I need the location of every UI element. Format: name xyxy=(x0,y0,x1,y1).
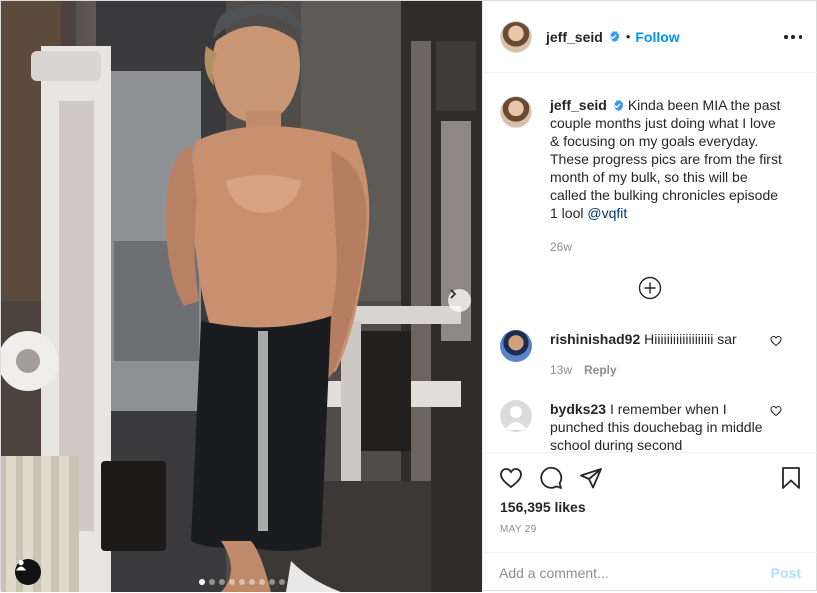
caption-username[interactable]: jeff_seid xyxy=(550,97,607,113)
comments-list[interactable]: jeff_seid Kinda been MIA the past couple… xyxy=(483,74,817,452)
header-separator: • xyxy=(625,29,631,44)
gym-photo-illustration xyxy=(1,1,482,592)
slide-dot xyxy=(208,579,215,585)
comment-age[interactable]: 13w xyxy=(550,363,572,377)
slide-dot xyxy=(218,579,225,585)
caption-text: Kinda been MIA the past couple months ju… xyxy=(550,97,782,221)
post-photo[interactable] xyxy=(1,1,482,592)
commenter-avatar-placeholder[interactable] xyxy=(500,400,532,432)
comment-username[interactable]: rishinishad92 xyxy=(550,331,640,347)
caption-age[interactable]: 26w xyxy=(550,238,786,256)
like-comment-heart-icon[interactable] xyxy=(770,405,782,417)
comment-icon[interactable] xyxy=(539,466,563,490)
post-dialog: jeff_seid • Follow jeff_seid Kinda been … xyxy=(0,0,817,592)
reply-button[interactable]: Reply xyxy=(584,363,617,377)
next-slide-button[interactable] xyxy=(448,289,471,312)
post-header: jeff_seid • Follow xyxy=(483,1,817,73)
bookmark-icon[interactable] xyxy=(779,466,803,490)
slide-dot xyxy=(248,579,255,585)
commenter-avatar[interactable] xyxy=(500,330,532,362)
comment-meta: 13w Reply xyxy=(550,363,617,377)
comment-text: Hiiiiiiiiiiiiiiiiiii sar xyxy=(644,331,737,347)
author-avatar[interactable] xyxy=(500,20,532,53)
caption-mention[interactable]: @vqfit xyxy=(587,205,627,221)
verified-badge-icon xyxy=(609,30,620,43)
caption-body: jeff_seid Kinda been MIA the past couple… xyxy=(550,96,786,256)
follow-button[interactable]: Follow xyxy=(635,29,679,45)
comment-username[interactable]: bydks23 xyxy=(550,401,606,417)
load-more-comments-icon[interactable] xyxy=(638,276,662,300)
comment-input[interactable] xyxy=(499,563,749,583)
user-tag-icon xyxy=(16,560,26,571)
post-actions: 156,395 likes MAY 29 Post xyxy=(483,452,817,592)
post-details-panel: jeff_seid • Follow jeff_seid Kinda been … xyxy=(482,1,817,592)
slide-dot xyxy=(268,579,275,585)
default-avatar-icon xyxy=(505,406,527,430)
slide-dot xyxy=(278,579,285,585)
post-date[interactable]: MAY 29 xyxy=(500,524,536,535)
chevron-right-icon xyxy=(450,289,457,299)
verified-badge-icon xyxy=(613,99,624,112)
heart-icon[interactable] xyxy=(499,466,523,490)
likes-count[interactable]: 156,395 likes xyxy=(500,499,586,515)
like-comment-heart-icon[interactable] xyxy=(770,335,782,347)
add-comment-bar: Post xyxy=(483,552,817,593)
slide-dot xyxy=(258,579,265,585)
slide-indicator xyxy=(1,579,482,585)
comment-text-block: bydks23 I remember when I punched this d… xyxy=(550,400,770,452)
author-username[interactable]: jeff_seid xyxy=(546,29,603,45)
slide-dot xyxy=(198,579,205,585)
slide-dot xyxy=(238,579,245,585)
share-icon[interactable] xyxy=(579,466,603,490)
post-comment-button[interactable]: Post xyxy=(771,565,801,581)
more-options-button[interactable] xyxy=(784,28,802,46)
more-horizontal-icon xyxy=(784,35,788,39)
comment-text-block: rishinishad92 Hiiiiiiiiiiiiiiiiiii sar xyxy=(550,330,770,348)
slide-dot xyxy=(228,579,235,585)
caption-avatar[interactable] xyxy=(500,96,532,128)
